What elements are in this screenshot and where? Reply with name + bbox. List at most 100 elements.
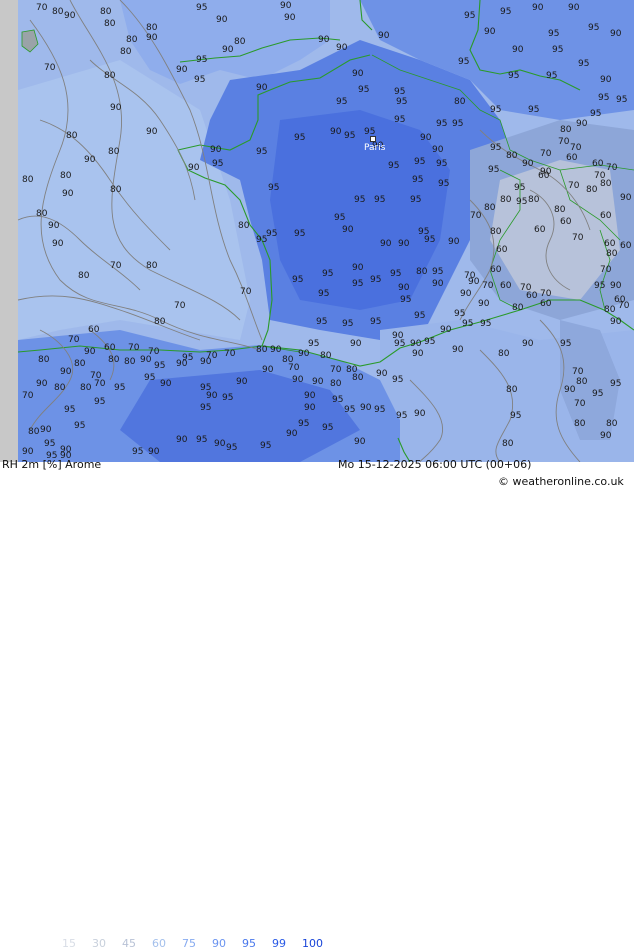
humidity-value-label: 90 xyxy=(610,29,622,39)
humidity-value-label: 80 xyxy=(110,185,122,195)
humidity-value-label: 95 xyxy=(464,11,476,21)
humidity-value-label: 95 xyxy=(44,439,56,449)
humidity-value-label: 70 xyxy=(482,281,494,291)
humidity-value-label: 80 xyxy=(606,419,618,429)
humidity-value-label: 90 xyxy=(84,347,96,357)
humidity-value-label: 70 xyxy=(570,143,582,153)
humidity-value-label: 90 xyxy=(206,391,218,401)
humidity-value-label: 90 xyxy=(140,355,152,365)
humidity-value-label: 95 xyxy=(454,309,466,319)
humidity-value-label: 70 xyxy=(606,163,618,173)
humidity-value-label: 95 xyxy=(578,59,590,69)
humidity-value-label: 90 xyxy=(236,377,248,387)
humidity-value-label: 80 xyxy=(554,205,566,215)
humidity-value-label: 95 xyxy=(194,75,206,85)
humidity-value-label: 80 xyxy=(238,221,250,231)
humidity-value-label: 90 xyxy=(64,11,76,21)
humidity-value-label: 90 xyxy=(460,289,472,299)
legend-value: 90 xyxy=(212,937,226,950)
humidity-value-label: 95 xyxy=(424,337,436,347)
humidity-value-label: 80 xyxy=(60,171,72,181)
humidity-value-label: 80 xyxy=(604,305,616,315)
humidity-value-label: 70 xyxy=(600,265,612,275)
humidity-value-label: 70 xyxy=(240,287,252,297)
humidity-value-label: 90 xyxy=(414,409,426,419)
humidity-value-label: 90 xyxy=(304,403,316,413)
humidity-value-label: 80 xyxy=(600,179,612,189)
legend-value: 100 xyxy=(302,937,323,950)
copyright-link[interactable]: © weatheronline.co.uk xyxy=(498,475,624,488)
humidity-value-label: 95 xyxy=(344,131,356,141)
legend-value: 15 xyxy=(62,937,76,950)
humidity-value-label: 95 xyxy=(616,95,628,105)
humidity-value-label: 80 xyxy=(576,377,588,387)
humidity-value-label: 95 xyxy=(316,317,328,327)
humidity-value-label: 90 xyxy=(62,189,74,199)
humidity-value-label: 60 xyxy=(604,239,616,249)
humidity-value-label: 80 xyxy=(100,7,112,17)
humidity-value-label: 90 xyxy=(576,119,588,129)
humidity-value-label: 70 xyxy=(288,363,300,373)
humidity-value-label: 90 xyxy=(48,221,60,231)
humidity-value-label: 95 xyxy=(488,165,500,175)
humidity-value-label: 60 xyxy=(600,211,612,221)
humidity-value-label: 95 xyxy=(396,411,408,421)
humidity-value-label: 90 xyxy=(214,439,226,449)
humidity-value-label: 60 xyxy=(526,291,538,301)
humidity-value-label: 80 xyxy=(512,303,524,313)
humidity-value-label: 70 xyxy=(572,367,584,377)
humidity-value-label: 95 xyxy=(410,195,422,205)
humidity-value-label: 95 xyxy=(196,3,208,13)
humidity-value-label: 95 xyxy=(514,183,526,193)
humidity-value-label: 95 xyxy=(490,143,502,153)
humidity-value-label: 90 xyxy=(352,69,364,79)
humidity-value-label: 90 xyxy=(432,145,444,155)
humidity-value-label: 80 xyxy=(124,357,136,367)
humidity-value-label: 80 xyxy=(234,37,246,47)
humidity-value-label: 95 xyxy=(424,235,436,245)
humidity-value-label: 95 xyxy=(590,109,602,119)
humidity-value-label: 80 xyxy=(22,175,34,185)
humidity-value-label: 90 xyxy=(420,133,432,143)
humidity-value-label: 90 xyxy=(410,339,422,349)
humidity-value-label: 70 xyxy=(568,181,580,191)
humidity-value-label: 95 xyxy=(196,435,208,445)
humidity-value-label: 95 xyxy=(196,55,208,65)
forecast-datetime: Mo 15-12-2025 06:00 UTC (00+06) xyxy=(338,458,532,471)
humidity-value-label: 80 xyxy=(104,19,116,29)
humidity-value-label: 90 xyxy=(36,379,48,389)
humidity-value-label: 95 xyxy=(432,267,444,277)
humidity-value-label: 60 xyxy=(614,295,626,305)
humidity-value-label: 90 xyxy=(148,447,160,457)
humidity-value-label: 80 xyxy=(126,35,138,45)
humidity-value-label: 90 xyxy=(600,75,612,85)
humidity-value-label: 60 xyxy=(534,225,546,235)
humidity-value-label: 90 xyxy=(568,3,580,13)
color-legend: 15 30 45 60 75 90 95 99 100 xyxy=(62,937,332,950)
humidity-value-label: 70 xyxy=(572,233,584,243)
humidity-value-label: 80 xyxy=(484,203,496,213)
humidity-value-label: 80 xyxy=(74,359,86,369)
humidity-value-label: 90 xyxy=(40,425,52,435)
humidity-value-label: 80 xyxy=(528,195,540,205)
humidity-value-label: 70 xyxy=(94,379,106,389)
humidity-value-label: 80 xyxy=(54,383,66,393)
humidity-value-label: 90 xyxy=(398,239,410,249)
humidity-value-label: 95 xyxy=(394,339,406,349)
humidity-value-label: 95 xyxy=(610,379,622,389)
humidity-value-label: 95 xyxy=(414,311,426,321)
legend-value: 45 xyxy=(122,937,136,950)
humidity-value-label: 60 xyxy=(538,171,550,181)
humidity-value-label: 90 xyxy=(610,317,622,327)
humidity-value-label: 60 xyxy=(496,245,508,255)
humidity-value-label: 60 xyxy=(620,241,632,251)
humidity-value-label: 95 xyxy=(358,85,370,95)
humidity-value-label: 90 xyxy=(110,103,122,113)
humidity-value-label: 90 xyxy=(280,1,292,11)
humidity-value-label: 70 xyxy=(44,63,56,73)
humidity-value-label: 95 xyxy=(490,105,502,115)
humidity-value-label: 70 xyxy=(22,391,34,401)
humidity-value-label: 70 xyxy=(224,349,236,359)
humidity-value-label: 90 xyxy=(60,367,72,377)
humidity-value-label: 95 xyxy=(354,195,366,205)
